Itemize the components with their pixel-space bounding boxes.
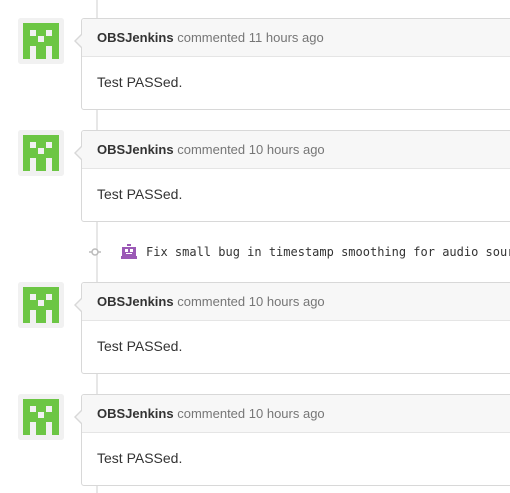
comment-box: OBSJenkins commented 11 hours ago Test P…	[74, 18, 510, 110]
comment-body: Test PASSed.	[97, 74, 183, 90]
comment-action: commented	[177, 30, 246, 45]
comment-author[interactable]: OBSJenkins	[97, 142, 174, 157]
comment-author[interactable]: OBSJenkins	[97, 406, 174, 421]
comment-body: Test PASSed.	[97, 338, 183, 354]
identicon-icon	[18, 282, 64, 328]
comment-action: commented	[177, 142, 246, 157]
identicon-icon	[18, 18, 64, 64]
comment-time[interactable]: 10 hours ago	[249, 142, 325, 157]
comment-box: OBSJenkins commented 10 hours ago Test P…	[74, 394, 510, 486]
comment-author[interactable]: OBSJenkins	[97, 294, 174, 309]
avatar[interactable]	[18, 282, 64, 328]
comment-body: Test PASSed.	[97, 186, 183, 202]
comment-action: commented	[177, 294, 246, 309]
comment-header: OBSJenkins commented 10 hours ago	[82, 395, 510, 433]
avatar[interactable]	[18, 130, 64, 176]
commit-message[interactable]: Fix small bug in timestamp smoothing for…	[146, 238, 510, 266]
commit-reference: Fix small bug in timestamp smoothing for…	[0, 238, 510, 266]
comment-time[interactable]: 10 hours ago	[249, 294, 325, 309]
comment-header: OBSJenkins commented 10 hours ago	[82, 131, 510, 169]
comment-box: OBSJenkins commented 10 hours ago Test P…	[74, 130, 510, 222]
avatar[interactable]	[18, 18, 64, 64]
comment-header: OBSJenkins commented 10 hours ago	[82, 283, 510, 321]
comment-box: OBSJenkins commented 10 hours ago Test P…	[74, 282, 510, 374]
comment-body: Test PASSed.	[97, 450, 183, 466]
comment-action: commented	[177, 406, 246, 421]
identicon-icon	[18, 130, 64, 176]
comment-author[interactable]: OBSJenkins	[97, 30, 174, 45]
robot-avatar-icon[interactable]	[121, 244, 137, 260]
comment-time[interactable]: 10 hours ago	[249, 406, 325, 421]
comment-header: OBSJenkins commented 11 hours ago	[82, 19, 510, 57]
identicon-icon	[18, 394, 64, 440]
avatar[interactable]	[18, 394, 64, 440]
commit-icon	[89, 248, 101, 256]
comment-time[interactable]: 11 hours ago	[249, 30, 324, 45]
